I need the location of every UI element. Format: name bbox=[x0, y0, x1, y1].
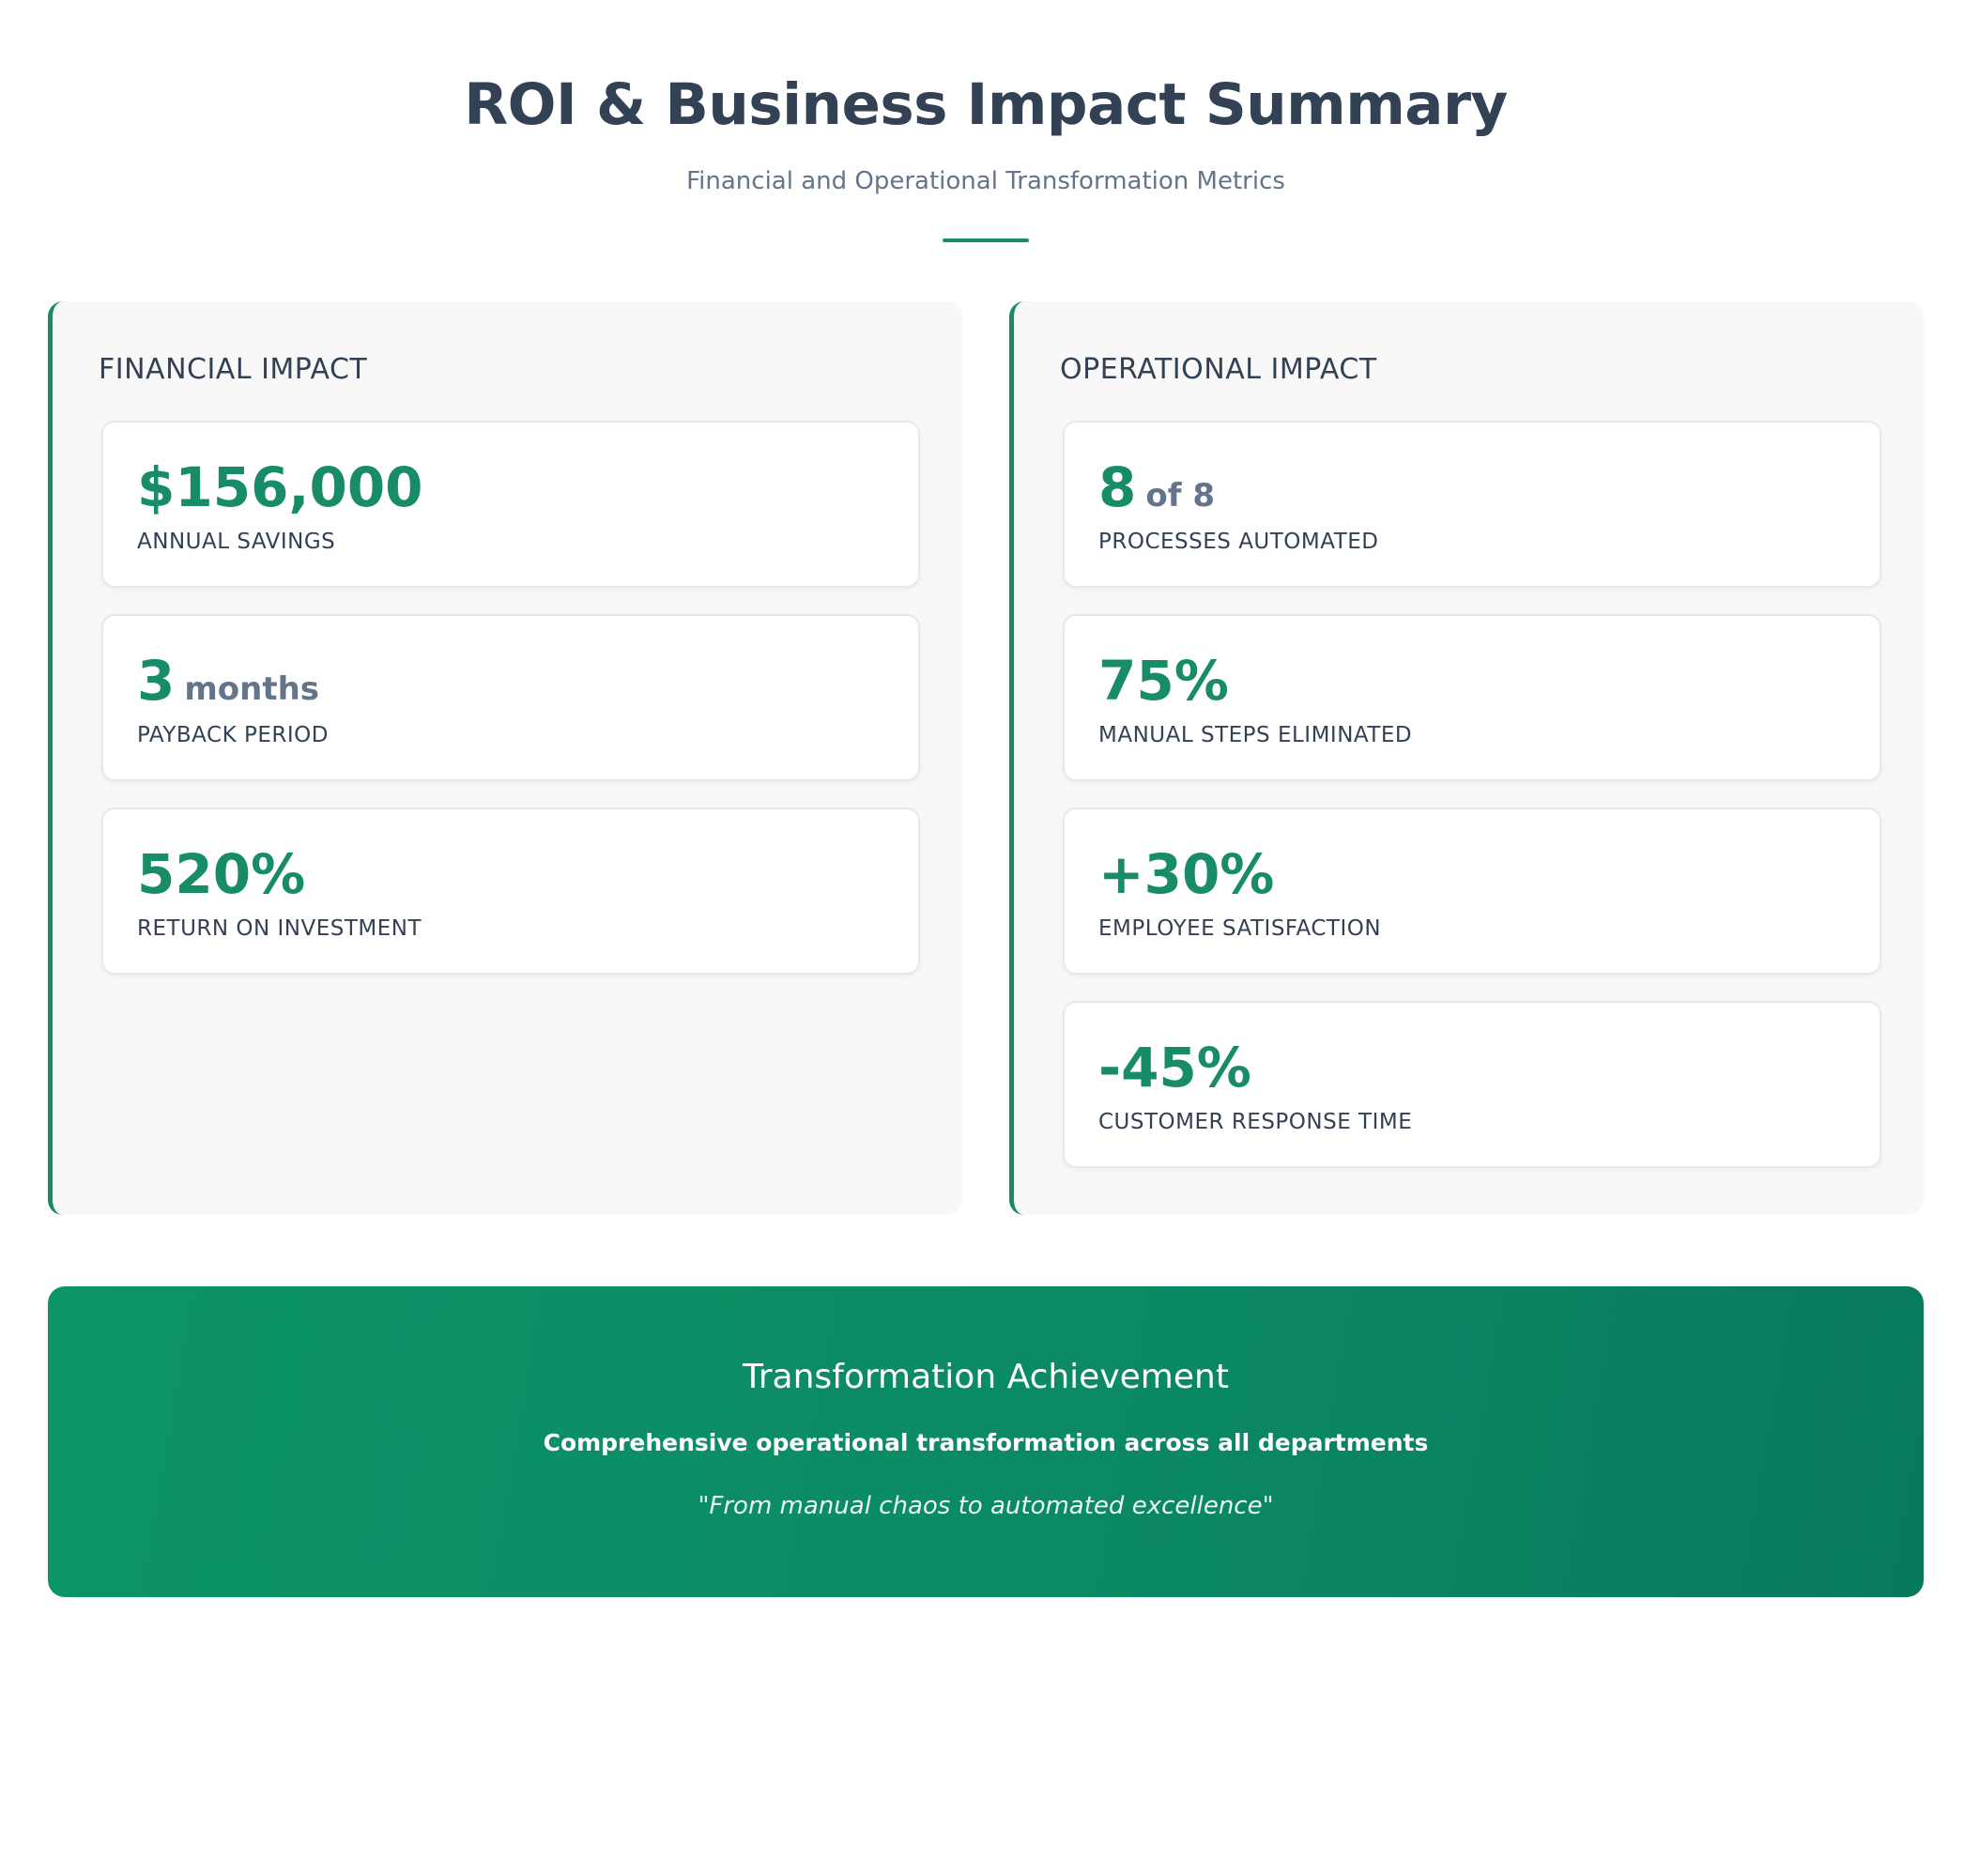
achievement-quote: "From manual chaos to automated excellen… bbox=[698, 1492, 1274, 1520]
roi-summary-page: ROI & Business Impact Summary Financial … bbox=[48, 0, 1924, 1876]
metric-unit: of 8 bbox=[1145, 477, 1216, 515]
metric-label: ANNUAL SAVINGS bbox=[137, 530, 336, 554]
metric-value: 520% bbox=[137, 841, 305, 907]
metric-number: +30% bbox=[1098, 842, 1275, 906]
metric-value: +30% bbox=[1098, 841, 1274, 907]
metric-card-customer-response: -45% CUSTOMER RESPONSE TIME bbox=[1063, 1001, 1881, 1168]
financial-impact-title: FINANCIAL IMPACT bbox=[99, 353, 368, 386]
metric-label: CUSTOMER RESPONSE TIME bbox=[1098, 1110, 1413, 1134]
page-title: ROI & Business Impact Summary bbox=[464, 71, 1508, 138]
metric-label: EMPLOYEE SATISFACTION bbox=[1098, 916, 1382, 941]
metric-label: PAYBACK PERIOD bbox=[137, 723, 329, 747]
metric-label: RETURN ON INVESTMENT bbox=[137, 916, 422, 941]
metric-card-annual-savings: $156,000 ANNUAL SAVINGS bbox=[101, 421, 920, 588]
operational-impact-title: OPERATIONAL IMPACT bbox=[1060, 353, 1377, 386]
metric-number: -45% bbox=[1098, 1036, 1251, 1099]
metric-card-roi: 520% RETURN ON INVESTMENT bbox=[101, 807, 920, 975]
transformation-achievement-banner: Transformation Achievement Comprehensive… bbox=[48, 1286, 1924, 1597]
metric-card-manual-steps: 75% MANUAL STEPS ELIMINATED bbox=[1063, 614, 1881, 781]
financial-impact-panel: FINANCIAL IMPACT $156,000 ANNUAL SAVINGS… bbox=[48, 301, 962, 1215]
impact-columns: FINANCIAL IMPACT $156,000 ANNUAL SAVINGS… bbox=[48, 301, 1924, 1215]
metric-card-payback-period: 3 months PAYBACK PERIOD bbox=[101, 614, 920, 781]
metric-number: 520% bbox=[137, 842, 306, 906]
metric-label: PROCESSES AUTOMATED bbox=[1098, 530, 1379, 554]
metric-value: $156,000 bbox=[137, 454, 423, 520]
metric-number: 3 bbox=[137, 649, 176, 713]
metric-value: 75% bbox=[1098, 648, 1229, 714]
title-divider bbox=[943, 238, 1029, 242]
metric-unit: months bbox=[184, 670, 320, 708]
metric-value: 3 months bbox=[137, 648, 319, 722]
metric-number: 8 bbox=[1098, 455, 1137, 519]
metric-card-processes-automated: 8 of 8 PROCESSES AUTOMATED bbox=[1063, 421, 1881, 588]
page-subtitle: Financial and Operational Transformation… bbox=[686, 167, 1285, 195]
metric-label: MANUAL STEPS ELIMINATED bbox=[1098, 723, 1413, 747]
metric-card-employee-satisfaction: +30% EMPLOYEE SATISFACTION bbox=[1063, 807, 1881, 975]
metric-number: $156,000 bbox=[137, 455, 423, 519]
page-header: ROI & Business Impact Summary Financial … bbox=[48, 0, 1924, 242]
operational-impact-panel: OPERATIONAL IMPACT 8 of 8 PROCESSES AUTOM… bbox=[1009, 301, 1924, 1215]
achievement-title: Transformation Achievement bbox=[743, 1358, 1229, 1396]
achievement-text: Comprehensive operational transformation… bbox=[543, 1429, 1429, 1456]
metric-value: -45% bbox=[1098, 1035, 1251, 1100]
metric-value: 8 of 8 bbox=[1098, 454, 1215, 529]
metric-number: 75% bbox=[1098, 649, 1229, 713]
